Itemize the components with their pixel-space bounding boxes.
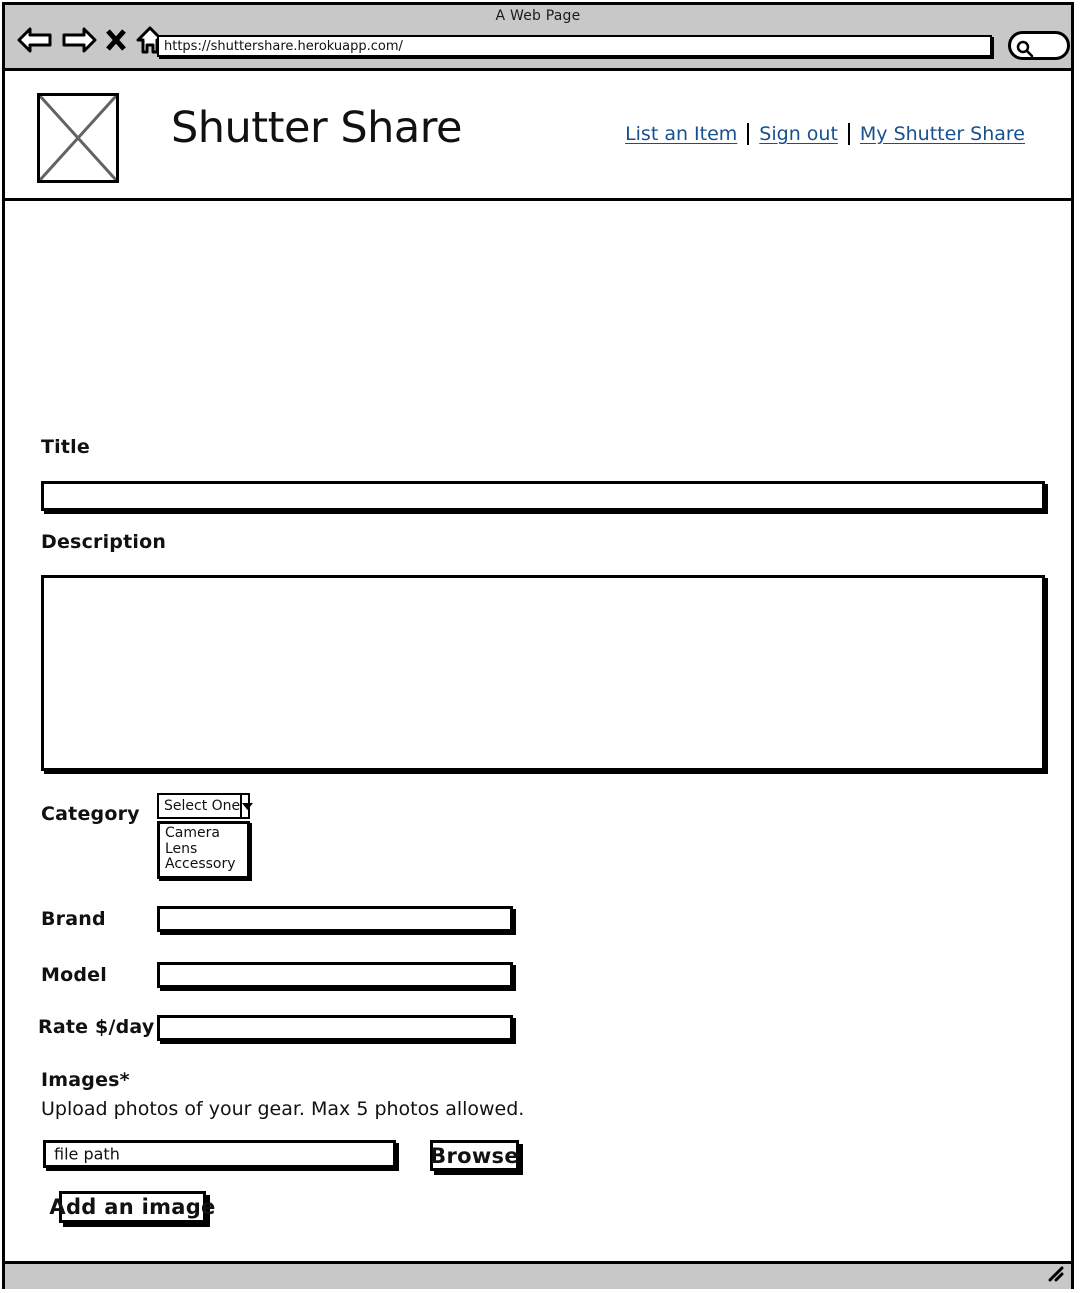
back-arrow-icon[interactable] — [17, 26, 53, 58]
browse-button[interactable]: Browse — [430, 1140, 519, 1171]
chevron-down-icon[interactable] — [240, 795, 254, 817]
brand-label: Brand — [41, 908, 106, 930]
rate-input[interactable] — [157, 1015, 513, 1041]
file-path-input-value: file path — [54, 1144, 120, 1164]
url-text: https://shuttershare.herokuapp.com/ — [164, 39, 403, 54]
browser-titlebar: A Web Page https://shuttershare.herokuap… — [5, 5, 1071, 71]
browser-nav-icons — [17, 25, 165, 59]
description-textarea[interactable] — [41, 575, 1045, 771]
browser-window: A Web Page https://shuttershare.herokuap… — [2, 2, 1074, 1289]
page-title: Shutter Share — [171, 103, 462, 153]
category-option-accessory[interactable]: Accessory — [160, 856, 247, 873]
forward-arrow-icon[interactable] — [61, 26, 97, 58]
url-bar[interactable]: https://shuttershare.herokuapp.com/ — [157, 35, 992, 57]
listing-form: Title Description Category Select One Ca… — [5, 201, 1071, 1258]
file-path-input[interactable]: file path — [43, 1140, 396, 1168]
page-content: Shutter Share List an Item Sign out My S… — [5, 71, 1071, 1261]
model-input[interactable] — [157, 962, 513, 988]
nav-link-list-an-item[interactable]: List an Item — [615, 123, 747, 145]
image-placeholder-icon — [37, 93, 119, 183]
close-x-icon[interactable] — [105, 26, 127, 58]
category-select[interactable]: Select One — [157, 793, 254, 819]
category-label: Category — [41, 803, 140, 825]
nav-link-sign-out[interactable]: Sign out — [749, 123, 848, 145]
window-title: A Web Page — [495, 8, 581, 24]
add-an-image-button[interactable]: Add an image — [49, 1191, 215, 1223]
category-option-camera[interactable]: Camera — [160, 825, 247, 842]
category-options-list[interactable]: Camera Lens Accessory — [157, 821, 250, 879]
browser-statusbar — [5, 1261, 1071, 1289]
site-header: Shutter Share List an Item Sign out My S… — [5, 71, 1071, 201]
title-label: Title — [41, 436, 90, 458]
nav-link-my-shutter-share[interactable]: My Shutter Share — [850, 123, 1035, 145]
rate-label: Rate $/day — [38, 1016, 155, 1038]
model-label: Model — [41, 964, 107, 986]
images-label: Images* — [41, 1069, 130, 1091]
category-option-lens[interactable]: Lens — [160, 841, 247, 858]
description-label: Description — [41, 531, 167, 553]
header-nav: List an Item Sign out My Shutter Share — [615, 123, 1035, 145]
title-input[interactable] — [41, 481, 1045, 511]
resize-grip-icon[interactable] — [1045, 1265, 1065, 1287]
category-selected-value: Select One — [164, 798, 241, 814]
brand-input[interactable] — [157, 906, 513, 932]
images-help-text: Upload photos of your gear. Max 5 photos… — [41, 1098, 525, 1120]
search-icon — [1015, 39, 1035, 62]
browser-search-box[interactable] — [1008, 31, 1070, 60]
